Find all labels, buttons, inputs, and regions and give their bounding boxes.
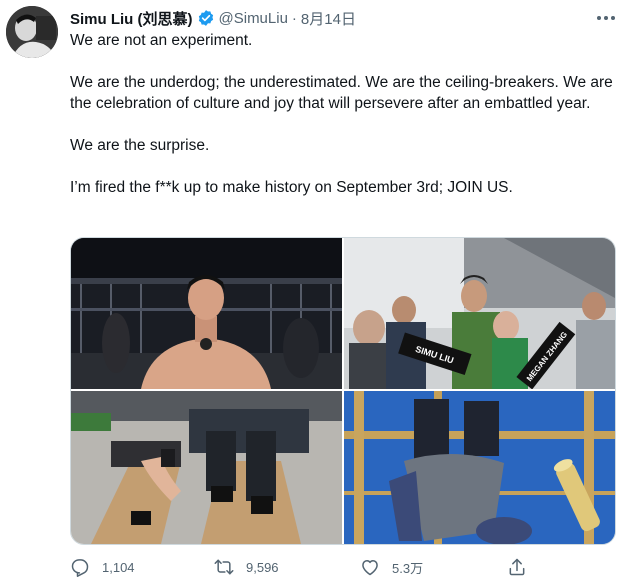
- tweet-date[interactable]: 8月14日: [301, 8, 356, 29]
- verified-badge-icon: [197, 9, 215, 27]
- tweet-header: Simu Liu (刘思慕) @SimuLiu · 8月14日: [70, 8, 356, 28]
- share-icon: [509, 558, 525, 576]
- retweet-count: 9,596: [246, 559, 279, 575]
- like-button[interactable]: 5.3万: [360, 555, 423, 579]
- tweet-paragraph: We are the underdog; the underestimated.…: [70, 74, 613, 112]
- reply-icon: [71, 559, 89, 577]
- reply-count: 1,104: [102, 559, 135, 575]
- more-options-icon[interactable]: [594, 6, 618, 30]
- retweet-icon: [214, 559, 234, 575]
- photo-2[interactable]: SIMU LIU MEGAN ZHANG: [344, 238, 615, 389]
- like-count: 5.3万: [392, 560, 424, 576]
- tweet-paragraph: We are the surprise.: [70, 137, 210, 154]
- photo-4[interactable]: [344, 391, 615, 544]
- action-bar: 1,104 9,596 5.3万: [70, 555, 618, 579]
- separator-dot: ·: [291, 9, 297, 27]
- tweet-paragraph: We are not an experiment.: [70, 32, 253, 49]
- handle[interactable]: @SimuLiu: [219, 10, 288, 27]
- retweet-button[interactable]: 9,596: [214, 555, 279, 579]
- media-grid: SIMU LIU MEGAN ZHANG: [70, 237, 616, 545]
- tweet-paragraph: I’m fired the f**k up to make history on…: [70, 179, 513, 196]
- display-name[interactable]: Simu Liu (刘思慕): [70, 8, 193, 29]
- like-icon: [362, 560, 378, 576]
- reply-button[interactable]: 1,104: [70, 555, 135, 579]
- share-button[interactable]: [507, 555, 527, 579]
- tweet: Simu Liu (刘思慕) @SimuLiu · 8月14日 We are n…: [0, 0, 640, 583]
- avatar[interactable]: [6, 6, 58, 58]
- tweet-text: We are not an experiment. We are the und…: [70, 30, 618, 198]
- photo-3[interactable]: [71, 391, 342, 544]
- photo-1[interactable]: [71, 238, 342, 389]
